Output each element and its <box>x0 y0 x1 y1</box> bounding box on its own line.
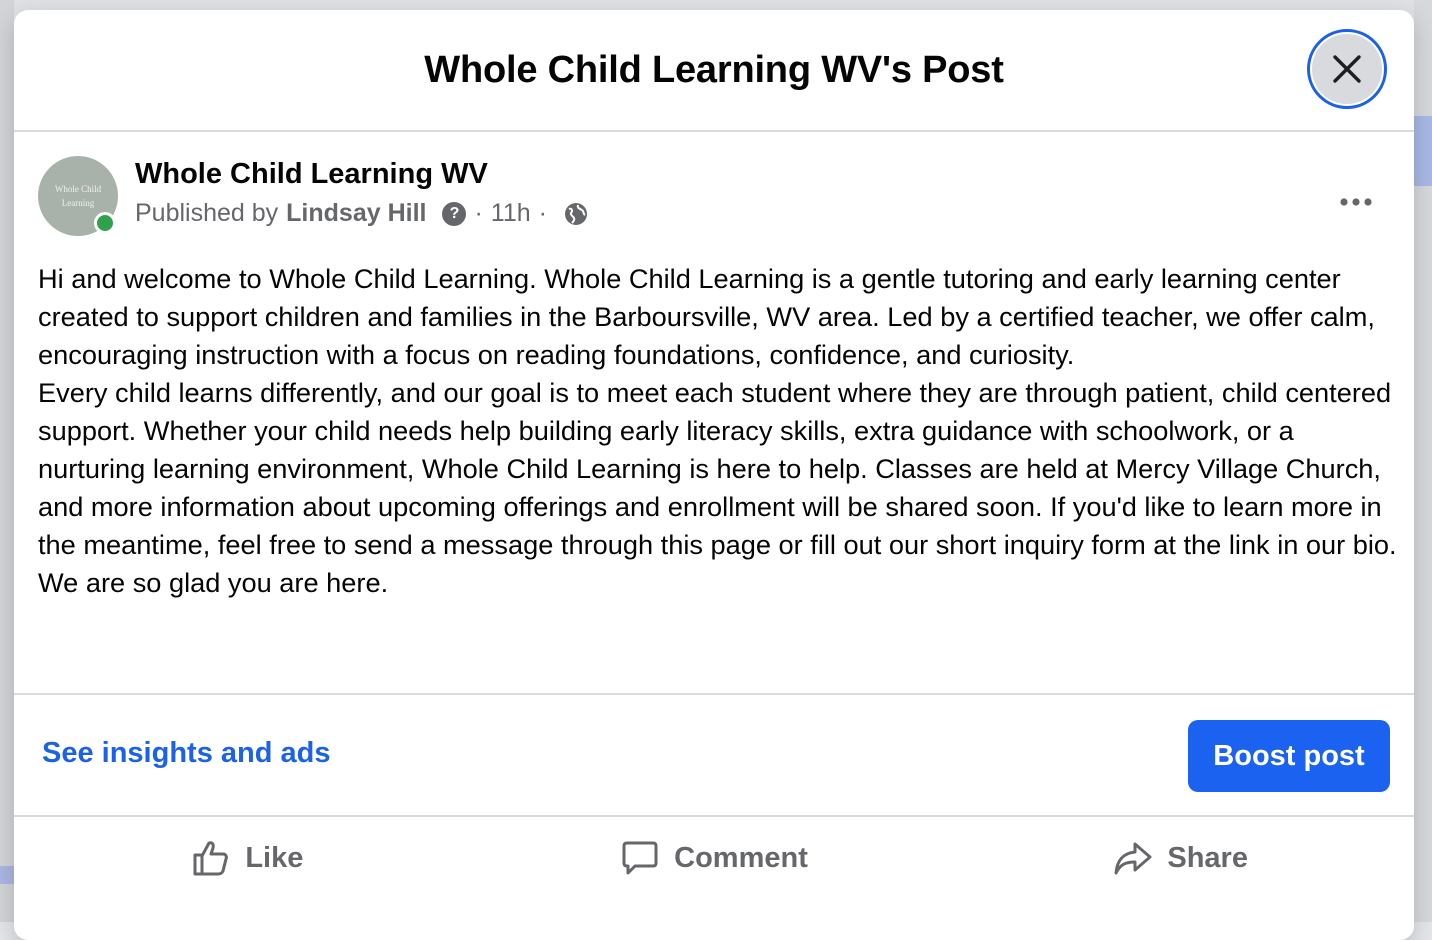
thumbs-up-icon <box>193 841 229 876</box>
boost-post-button[interactable]: Boost post <box>1188 720 1390 792</box>
share-button[interactable]: Share <box>947 822 1414 894</box>
post-header: Whole Child Learning Whole Child Learnin… <box>38 156 1388 246</box>
post-time[interactable]: 11h <box>491 199 531 228</box>
like-button[interactable]: Like <box>14 822 481 894</box>
post-modal: Whole Child Learning WV's Post Whole Chi… <box>14 10 1414 940</box>
post-paragraph: Hi and welcome to Whole Child Learning. … <box>38 263 1375 370</box>
meta-separator: · <box>538 199 547 227</box>
modal-header: Whole Child Learning WV's Post <box>14 10 1414 132</box>
close-button[interactable] <box>1307 29 1387 109</box>
help-icon[interactable]: ? <box>442 201 467 226</box>
comment-icon <box>622 841 658 875</box>
page-name[interactable]: Whole Child Learning WV <box>135 158 488 191</box>
see-insights-link[interactable]: See insights and ads <box>42 737 330 770</box>
background-right-accent <box>1414 116 1432 186</box>
background-left-accent <box>0 866 14 884</box>
share-icon <box>1114 842 1152 875</box>
post-meta: Published by Lindsay Hill ? · 11h · <box>135 199 589 228</box>
post-actions-bar: Like Comment Share <box>14 822 1414 894</box>
online-status-dot <box>94 212 116 234</box>
background-left-strip <box>0 0 14 922</box>
more-options-icon <box>1340 198 1372 206</box>
meta-separator: · <box>474 199 483 227</box>
avatar-logo-text: Whole Child Learning <box>54 184 102 208</box>
comment-label: Comment <box>674 841 808 874</box>
divider <box>14 693 1414 695</box>
close-icon <box>1312 34 1382 104</box>
comment-button[interactable]: Comment <box>481 822 948 894</box>
publisher-name[interactable]: Lindsay Hill <box>286 199 426 228</box>
like-label: Like <box>245 841 304 874</box>
more-options-button[interactable] <box>1324 170 1388 234</box>
post-text: Hi and welcome to Whole Child Learning. … <box>38 260 1398 602</box>
modal-title: Whole Child Learning WV's Post <box>424 48 1004 91</box>
published-by-label: Published by <box>135 199 279 227</box>
globe-icon[interactable] <box>563 201 589 227</box>
share-label: Share <box>1167 841 1248 874</box>
divider <box>14 815 1414 817</box>
post-paragraph: Every child learns differently, and our … <box>38 377 1397 598</box>
